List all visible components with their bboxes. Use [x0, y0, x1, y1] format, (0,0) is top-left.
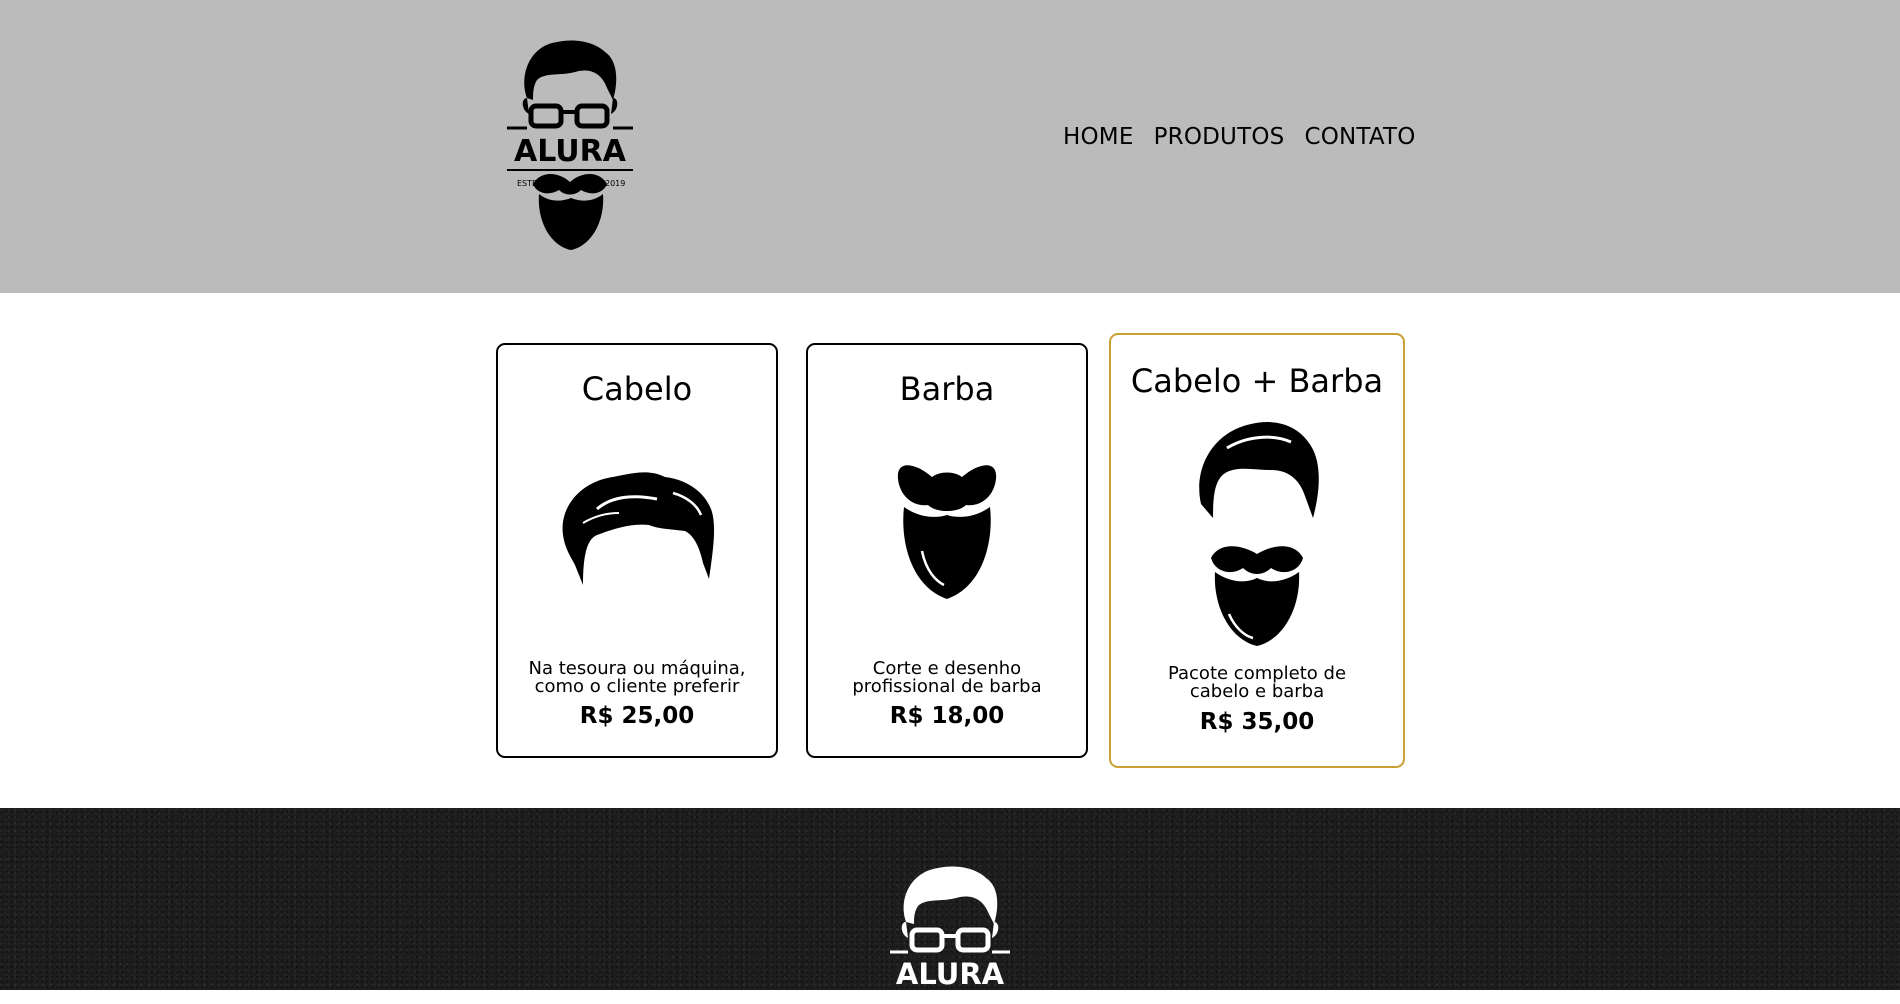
product-card-cabelo-barba[interactable]: Cabelo + Barba Pacote completo de cabelo…: [1109, 333, 1405, 768]
card-description: Pacote completo de cabelo e barba: [1167, 663, 1347, 702]
alura-logo[interactable]: ALURA ESTD 2019: [505, 36, 635, 256]
main-nav: HOME PRODUTOS CONTATO: [1063, 124, 1416, 150]
card-description: Corte e desenho profissional de barba: [852, 658, 1042, 697]
logo-year: 2019: [605, 179, 625, 188]
site-footer: ALURA: [0, 808, 1900, 991]
nav-produtos[interactable]: PRODUTOS: [1154, 124, 1285, 150]
footer-logo-text: ALURA: [896, 957, 1005, 991]
footer-logo: ALURA: [888, 864, 1012, 1004]
card-title: Barba: [899, 370, 995, 408]
nav-home[interactable]: HOME: [1063, 124, 1134, 150]
card-title: Cabelo + Barba: [1130, 362, 1384, 400]
barber-logo-icon: ALURA ESTD 2019: [507, 40, 633, 250]
product-card-cabelo[interactable]: Cabelo Na tesoura ou máquina, como o cli…: [496, 343, 778, 758]
barber-logo-icon: ALURA: [890, 866, 1010, 991]
site-header: ALURA ESTD 2019 HOME PRODUTOS CONTATO: [0, 0, 1900, 293]
card-price: R$ 35,00: [1199, 709, 1315, 735]
card-price: R$ 25,00: [579, 703, 695, 729]
logo-text: ALURA: [514, 134, 627, 169]
nav-contato[interactable]: CONTATO: [1304, 124, 1415, 150]
hair-and-beard-icon: [1199, 422, 1319, 646]
hair-icon: [562, 472, 715, 585]
beard-icon: [897, 465, 997, 599]
card-title: Cabelo: [581, 370, 693, 408]
card-price: R$ 18,00: [889, 703, 1005, 729]
card-description: Na tesoura ou máquina, como o cliente pr…: [528, 658, 746, 697]
product-card-barba[interactable]: Barba Corte e desenho profissional de ba…: [806, 343, 1088, 758]
